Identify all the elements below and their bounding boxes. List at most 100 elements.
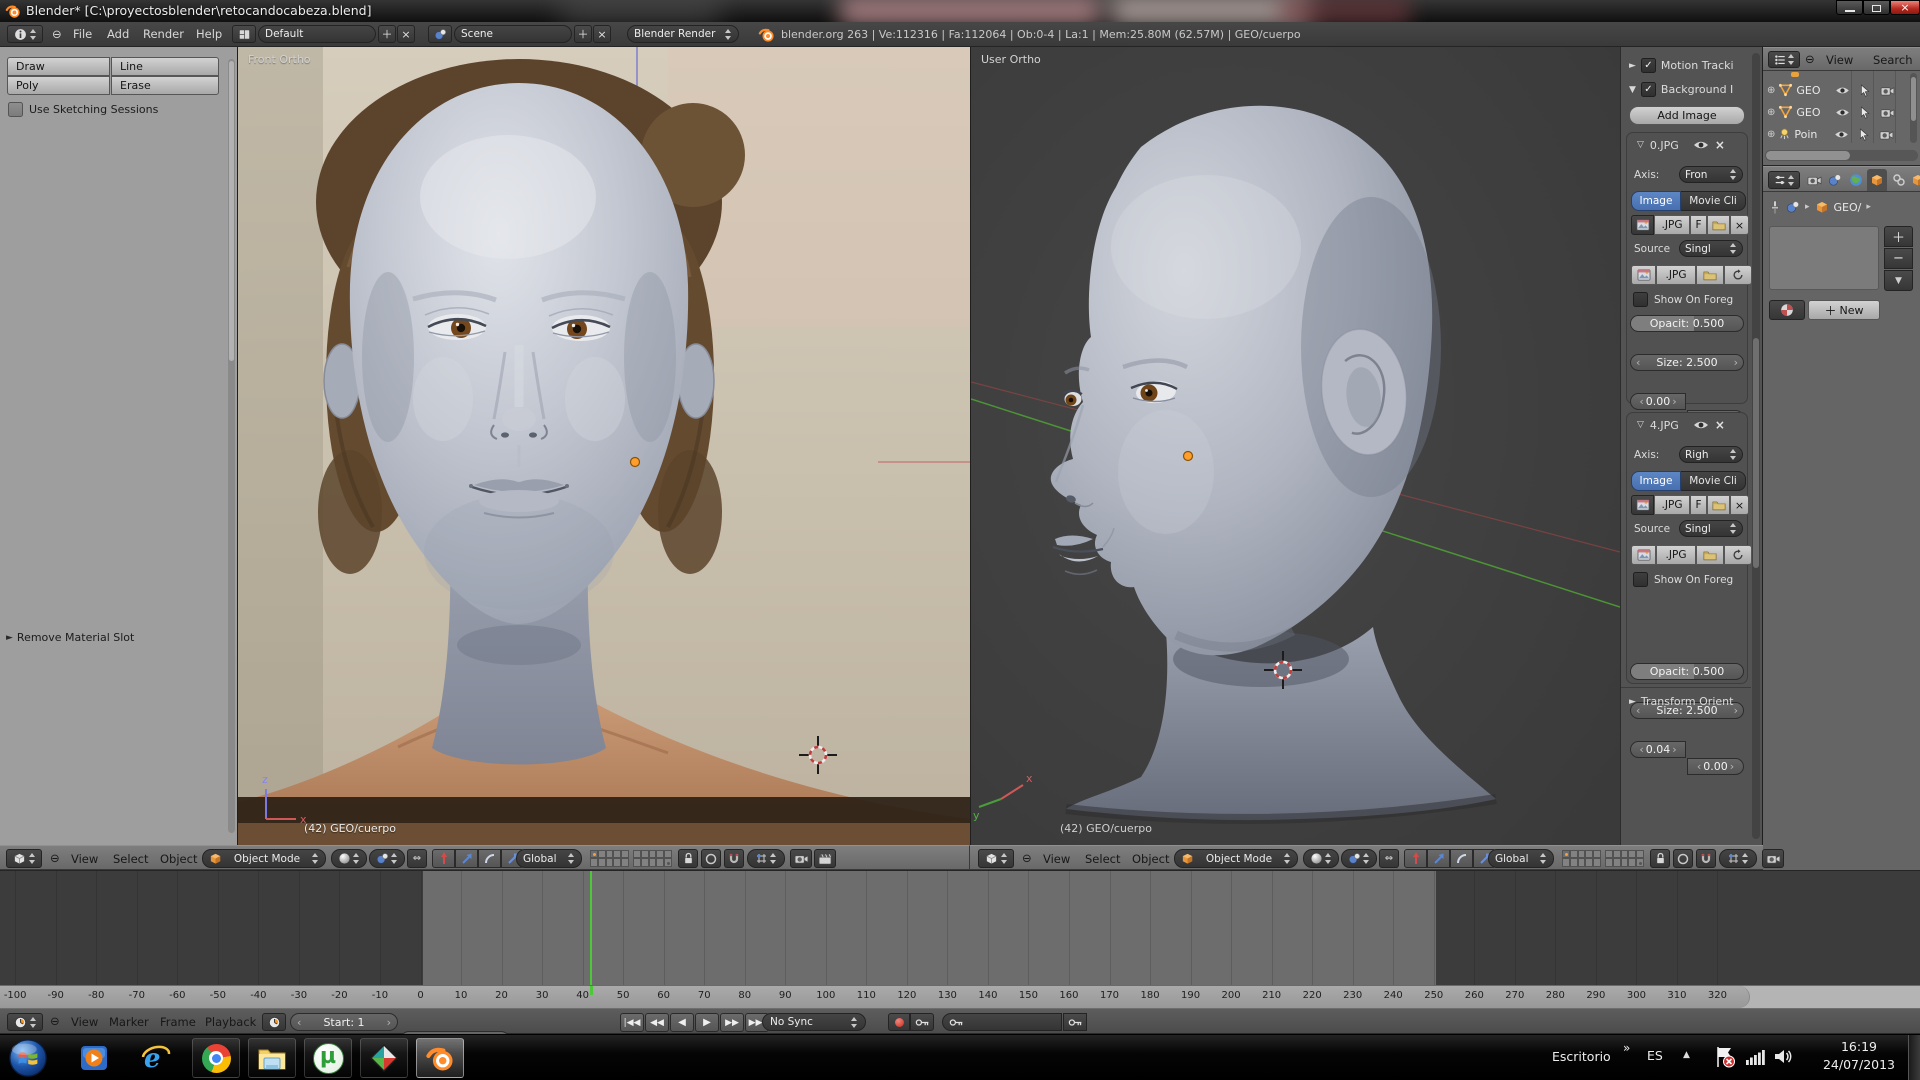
- material-slot-list[interactable]: [1769, 226, 1879, 290]
- pin-icon[interactable]: [1769, 200, 1781, 214]
- file-browse-button[interactable]: [1696, 545, 1724, 565]
- expand-icon[interactable]: ⊕: [1767, 107, 1775, 118]
- timeline-playhead[interactable]: [590, 871, 592, 985]
- translate-manipulator-button[interactable]: [432, 849, 455, 868]
- layers-grid-b[interactable]: [1605, 850, 1644, 867]
- tab-image[interactable]: Image: [1631, 471, 1681, 491]
- selectable-cursor-icon[interactable]: [1859, 128, 1869, 141]
- shading-select[interactable]: [1303, 849, 1339, 868]
- timeline-ruler[interactable]: -100-90-80-70-60-50-40-30-20-10010203040…: [0, 985, 1920, 1008]
- selectable-cursor-icon[interactable]: [1860, 106, 1870, 119]
- menu-object[interactable]: Object: [160, 852, 197, 866]
- action-center-flag-icon[interactable]: [1714, 1045, 1736, 1069]
- file-preview-button[interactable]: [1631, 265, 1656, 285]
- stepper-left-icon[interactable]: ‹: [1697, 760, 1701, 773]
- image-movie-toggle[interactable]: Image Movie Cli: [1631, 471, 1746, 491]
- menu-add[interactable]: Add: [107, 27, 129, 41]
- show-on-foreground-row[interactable]: Show On Foreg: [1633, 572, 1733, 587]
- show-desktop-button[interactable]: [1908, 1035, 1920, 1080]
- lock-to-scene-button[interactable]: [1650, 849, 1670, 868]
- timeline-menu-frame[interactable]: Frame: [160, 1015, 196, 1029]
- size-field[interactable]: ‹ Size: 2.500 ›: [1630, 354, 1744, 371]
- material-datablock-button[interactable]: [1769, 300, 1805, 320]
- new-material-button[interactable]: ＋ New: [1808, 300, 1880, 320]
- show-on-foreground-row[interactable]: Show On Foreg: [1633, 292, 1733, 307]
- scene-select[interactable]: Scene: [454, 25, 572, 43]
- insert-keyframe-button[interactable]: [1063, 1013, 1087, 1031]
- panel-background-images[interactable]: ▼ ✓ Background I: [1629, 82, 1733, 97]
- taskbar-explorer-button[interactable]: [248, 1038, 296, 1078]
- collapse-menus-icon[interactable]: ⊖: [1805, 52, 1815, 66]
- grease-draw-button[interactable]: Draw: [7, 57, 110, 76]
- eye-icon[interactable]: [1693, 420, 1709, 430]
- grease-erase-button[interactable]: Erase: [111, 76, 219, 95]
- offset-y-field[interactable]: ‹ 0.00 ›: [1687, 758, 1744, 775]
- n-panel-scrollbar-thumb[interactable]: [1753, 338, 1759, 568]
- visibility-eye-icon[interactable]: [1835, 108, 1850, 117]
- unlink-image-button[interactable]: ×: [1730, 215, 1749, 235]
- collapse-menus-icon[interactable]: ⊖: [52, 27, 62, 41]
- stepper-right-icon[interactable]: ›: [387, 1016, 391, 1029]
- shading-select[interactable]: [331, 849, 367, 868]
- sketching-sessions-row[interactable]: Use Sketching Sessions: [8, 102, 158, 117]
- offset-x-field[interactable]: ‹ 0.00 ›: [1630, 393, 1686, 410]
- file-reload-button[interactable]: [1724, 545, 1752, 565]
- timeline-menu-view[interactable]: View: [71, 1015, 98, 1029]
- source-select[interactable]: Singl: [1679, 240, 1743, 257]
- taskbar-chrome-button[interactable]: [192, 1038, 240, 1078]
- outliner-menu-view[interactable]: View: [1826, 53, 1853, 67]
- image-datablock-icon-button[interactable]: [1631, 495, 1654, 515]
- renderable-camera-icon[interactable]: [1880, 107, 1895, 118]
- previous-keyframe-button[interactable]: ◀◀: [645, 1013, 669, 1032]
- editor-type-button[interactable]: [7, 1013, 43, 1031]
- timeline-ruler-scroll[interactable]: -100-90-80-70-60-50-40-30-20-10010203040…: [0, 986, 1750, 1008]
- tray-toolbar-chevron[interactable]: »: [1623, 1041, 1630, 1055]
- stepper-left-icon[interactable]: ‹: [1639, 743, 1643, 756]
- file-browse-button[interactable]: [1696, 265, 1724, 285]
- rotate-arc-button[interactable]: [478, 849, 501, 868]
- outliner-row-geo-2[interactable]: ⊕ GEO: [1767, 102, 1895, 122]
- snap-toggle-button[interactable]: [1696, 849, 1716, 868]
- outliner-h-scrollbar-thumb[interactable]: [1766, 151, 1850, 160]
- panel-motion-tracking[interactable]: ► ✓ Motion Tracki: [1629, 58, 1734, 73]
- remove-slot-button[interactable]: −: [1884, 248, 1913, 269]
- menu-select[interactable]: Select: [113, 852, 148, 866]
- snap-element-select[interactable]: [1719, 849, 1757, 868]
- world-tab-icon[interactable]: [1849, 173, 1863, 187]
- image-datablock-icon-button[interactable]: [1631, 215, 1654, 235]
- render-opengl-button[interactable]: [790, 849, 812, 868]
- sync-select[interactable]: No Sync: [762, 1013, 866, 1031]
- tray-toolbar-label[interactable]: Escritorio: [1552, 1049, 1611, 1064]
- constraints-tab-icon[interactable]: [1892, 173, 1906, 187]
- rotate-manipulator-button[interactable]: [455, 849, 478, 868]
- outliner-h-scrollbar[interactable]: [1765, 150, 1918, 161]
- visibility-eye-icon[interactable]: [1835, 86, 1850, 95]
- taskbar-wmp-button[interactable]: [70, 1038, 118, 1078]
- pivot-select[interactable]: [369, 849, 405, 868]
- orientation-select[interactable]: Global: [1488, 849, 1554, 868]
- editor-type-button[interactable]: [7, 25, 43, 43]
- remove-material-slot-panel[interactable]: ► Remove Material Slot: [6, 631, 134, 644]
- viewport-user[interactable]: y x User Ortho (42) GEO/cuerpo: [971, 47, 1620, 845]
- object-tab-active[interactable]: [1867, 169, 1887, 191]
- background-images-checkbox[interactable]: ✓: [1641, 82, 1656, 97]
- render-opengl-button[interactable]: [1762, 849, 1784, 868]
- proportional-edit-button[interactable]: [1673, 849, 1693, 868]
- auto-keyframe-button[interactable]: [888, 1013, 910, 1031]
- axis-select[interactable]: Righ: [1679, 446, 1743, 463]
- stepper-left-icon[interactable]: ‹: [297, 1016, 301, 1029]
- auto-key-mode-button[interactable]: [910, 1013, 934, 1031]
- outliner-menu-search[interactable]: Search: [1873, 53, 1913, 67]
- frame-start-field[interactable]: ‹ Start: 1 ›: [290, 1013, 398, 1031]
- image-name-field[interactable]: .JPG: [1654, 215, 1690, 235]
- proportional-edit-button[interactable]: [701, 849, 721, 868]
- stepper-right-icon[interactable]: ›: [1734, 704, 1738, 717]
- render-tab-icon[interactable]: [1807, 174, 1822, 186]
- fake-user-button[interactable]: F: [1690, 215, 1707, 235]
- menu-render[interactable]: Render: [143, 27, 184, 41]
- tray-language-label[interactable]: ES: [1647, 1048, 1663, 1063]
- show-on-foreground-checkbox[interactable]: [1633, 292, 1648, 307]
- render-animation-button[interactable]: [814, 849, 836, 868]
- manipulator-toggle[interactable]: ⇔: [407, 849, 427, 868]
- delete-layout-button[interactable]: ×: [397, 25, 415, 43]
